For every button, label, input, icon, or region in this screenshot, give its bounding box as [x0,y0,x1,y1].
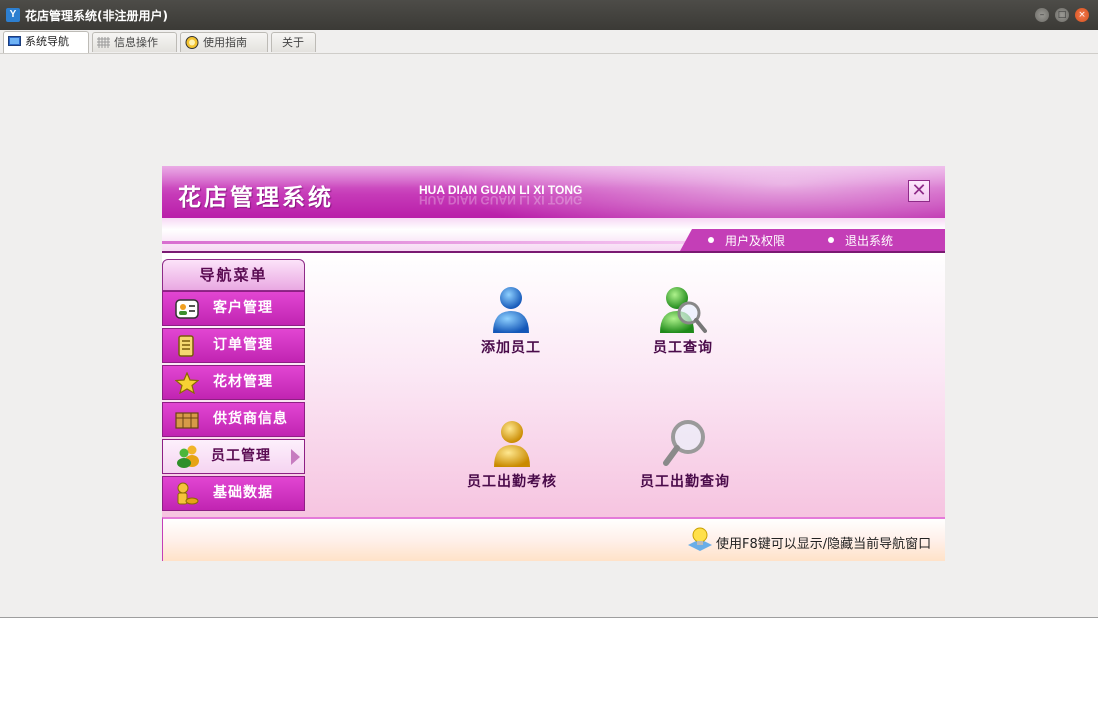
supplier-box-icon [175,412,199,429]
window-title: 花店管理系统(非注册用户) [25,9,168,23]
tab-label: 使用指南 [203,36,247,49]
link-label: 退出系统 [845,234,894,248]
title-bar: Y 花店管理系统(非注册用户) – □ × [0,0,1098,30]
magnifier-icon [663,420,705,466]
tab-bar: 系统导航 信息操作 使用指南 关于 [0,30,1098,54]
nav-item-order-management[interactable]: 订单管理 [162,328,305,363]
banner: 花店管理系统 HUA DIAN GUAN LI XI TONG HUA DIAN… [162,166,945,218]
content-area: 导航菜单 客户管理 订单管理 花材管理 供货商信息 员工管理 基础数据 添加员工… [162,253,945,517]
nav-item-label: 客户管理 [213,300,273,316]
nav-item-customer-management[interactable]: 客户管理 [162,291,305,326]
minimize-button[interactable]: – [1035,8,1049,22]
attendance-query-button[interactable]: 员工出勤查询 [634,419,736,491]
close-panel-button[interactable]: ✕ [908,180,930,202]
tab-label: 信息操作 [114,36,158,49]
f8-tip-text: 使用F8键可以显示/隐藏当前导航窗口 [716,537,932,552]
add-employee-button[interactable]: 添加员工 [471,285,551,357]
app-window: Y 花店管理系统(非注册用户) – □ × 系统导航 信息操作 使用指南 关于 … [0,0,1098,618]
exit-system-link[interactable]: 退出系统 [828,232,893,249]
tab-label: 系统导航 [25,35,69,48]
employee-search-icon [660,287,707,333]
app-logo-icon: Y [6,8,20,22]
nav-item-label: 花材管理 [213,374,273,390]
function-label: 员工查询 [653,340,713,356]
maximize-button[interactable]: □ [1055,8,1069,22]
attendance-review-icon [494,421,530,467]
grid-icon [97,37,110,48]
order-document-icon [178,335,194,357]
tab-label: 关于 [282,36,304,49]
nav-item-supplier-info[interactable]: 供货商信息 [162,402,305,437]
tab-system-navigation[interactable]: 系统导航 [3,31,89,53]
base-data-icon [177,482,199,505]
nav-item-flower-materials[interactable]: 花材管理 [162,365,305,400]
system-title: 花店管理系统 [178,184,334,211]
function-label: 员工出勤考核 [467,474,557,490]
nav-item-label: 员工管理 [211,448,271,464]
monitor-icon [8,36,21,46]
globe-icon [185,36,199,49]
nav-item-label: 供货商信息 [213,411,288,427]
add-employee-icon [493,287,529,333]
tab-info-operation[interactable]: 信息操作 [92,32,177,52]
tab-user-guide[interactable]: 使用指南 [180,32,268,52]
function-label: 员工出勤查询 [640,474,730,490]
nav-item-base-data[interactable]: 基础数据 [162,476,305,511]
function-label: 添加员工 [481,340,541,356]
nav-menu-header: 导航菜单 [162,259,305,291]
nav-item-label: 订单管理 [213,337,273,353]
employee-search-button[interactable]: 员工查询 [641,285,725,357]
active-arrow-icon [291,449,300,465]
user-permissions-link[interactable]: 用户及权限 [708,232,785,249]
lightbulb-tip-icon [688,527,712,551]
system-pinyin-reflection: HUA DIAN GUAN LI XI TONG [419,193,583,207]
tab-about[interactable]: 关于 [271,32,316,52]
close-window-button[interactable]: × [1075,8,1089,22]
footer-bar: 使用F8键可以显示/隐藏当前导航窗口 [162,517,945,561]
link-label: 用户及权限 [725,234,786,248]
star-icon [175,372,199,394]
navigation-panel: 花店管理系统 HUA DIAN GUAN LI XI TONG HUA DIAN… [162,166,945,561]
nav-item-employee-management[interactable]: 员工管理 [162,439,305,474]
attendance-review-button[interactable]: 员工出勤考核 [457,419,567,491]
link-bar: 用户及权限 退出系统 [162,218,945,253]
customer-card-icon [175,299,199,319]
nav-item-label: 基础数据 [213,485,273,501]
employees-icon [177,445,199,468]
